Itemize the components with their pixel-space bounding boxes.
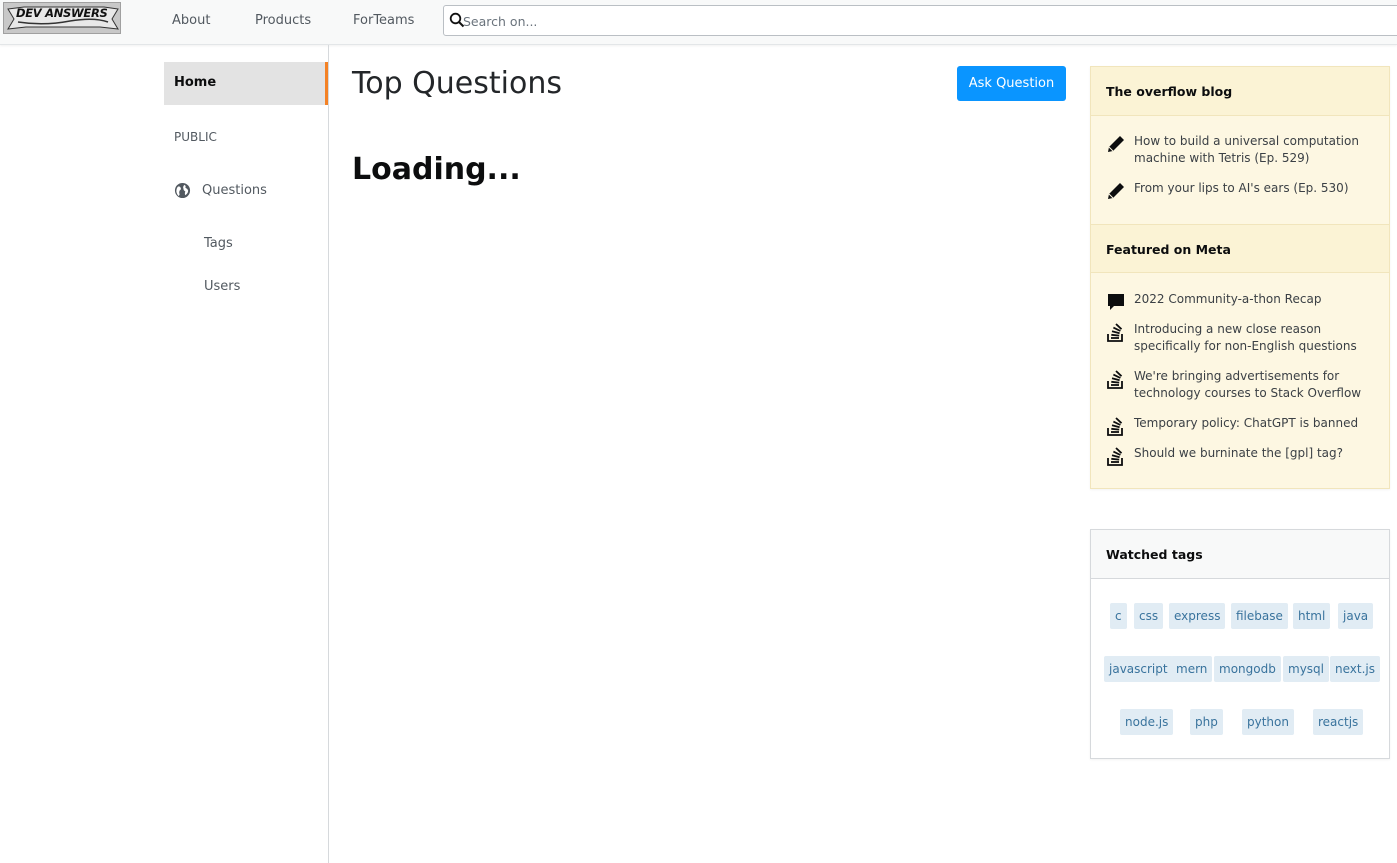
tag-chip[interactable]: mern	[1171, 656, 1213, 682]
sidebar-widget-blog: The overflow blog How to build a univers…	[1090, 66, 1390, 489]
widget-title: Featured on Meta	[1106, 242, 1231, 257]
tag-chip[interactable]: filebase	[1231, 603, 1288, 629]
tag-chip[interactable]: java	[1338, 603, 1374, 629]
blog-item-text: How to build a universal computation mac…	[1134, 134, 1359, 165]
site-logo[interactable]: DEV ANSWERS	[3, 2, 121, 34]
widget-header: Featured on Meta	[1091, 224, 1389, 273]
stack-icon	[1107, 323, 1123, 342]
sidebar-item-users[interactable]: Users	[204, 279, 240, 294]
top-navbar: DEV ANSWERS About Products ForTeams	[0, 0, 1397, 45]
sidebar-item-label: Questions	[202, 183, 267, 198]
widget-title: Watched tags	[1106, 547, 1203, 562]
search-input[interactable]	[463, 10, 1363, 32]
comment-icon	[1108, 294, 1124, 310]
pencil-icon	[1108, 136, 1124, 152]
meta-item-text: 2022 Community-a-thon Recap	[1134, 292, 1322, 306]
tag-chip[interactable]: c	[1110, 603, 1127, 629]
blog-item-text: From your lips to AI's ears (Ep. 530)	[1134, 181, 1349, 195]
tag-chip[interactable]: mongodb	[1214, 656, 1281, 682]
meta-item-text: Temporary policy: ChatGPT is banned	[1134, 416, 1359, 430]
tag-chip[interactable]: node.js	[1120, 709, 1174, 735]
tag-chip[interactable]: reactjs	[1313, 709, 1364, 735]
tag-chip[interactable]: python	[1242, 709, 1294, 735]
widget-header: Watched tags	[1091, 530, 1389, 579]
tag-chip[interactable]: express	[1169, 603, 1226, 629]
tag-chip[interactable]: javascript	[1104, 656, 1173, 682]
nav-about[interactable]: About	[172, 13, 210, 28]
pencil-icon	[1108, 183, 1124, 199]
tag-chip[interactable]: php	[1190, 709, 1223, 735]
widget-header: The overflow blog	[1091, 67, 1389, 116]
nav-forteams[interactable]: ForTeams	[353, 13, 414, 28]
sidebar-widget-watched-tags: Watched tags c css express filebase html…	[1090, 529, 1390, 759]
sidebar-item-tags[interactable]: Tags	[204, 236, 233, 251]
stack-icon	[1107, 370, 1123, 389]
sidebar-item-label: Home	[174, 75, 217, 90]
globe-icon	[174, 182, 191, 199]
tag-chip[interactable]: css	[1134, 603, 1164, 629]
stack-icon	[1107, 447, 1123, 466]
tag-chip[interactable]: next.js	[1330, 656, 1380, 682]
ask-question-button[interactable]: Ask Question	[957, 66, 1066, 101]
nav-products[interactable]: Products	[255, 13, 311, 28]
loading-indicator: Loading...	[352, 152, 521, 187]
search-bar[interactable]	[443, 5, 1397, 36]
stack-icon	[1107, 417, 1123, 436]
tag-chip[interactable]: mysql	[1283, 656, 1329, 682]
page-title: Top Questions	[352, 66, 562, 101]
logo-text: DEV ANSWERS	[16, 6, 108, 20]
widget-title: The overflow blog	[1106, 84, 1233, 99]
sidebar-section-public: PUBLIC	[174, 130, 217, 144]
meta-item-text: Should we burninate the [gpl] tag?	[1134, 446, 1343, 460]
tag-chip[interactable]: html	[1293, 603, 1331, 629]
meta-item-text: We're bringing advertisements for techno…	[1134, 369, 1362, 400]
left-sidebar: Home PUBLIC Questions Tags Users	[164, 45, 329, 863]
meta-item-text: Introducing a new close reason specifica…	[1134, 322, 1357, 353]
sidebar-item-home[interactable]: Home	[164, 62, 328, 105]
